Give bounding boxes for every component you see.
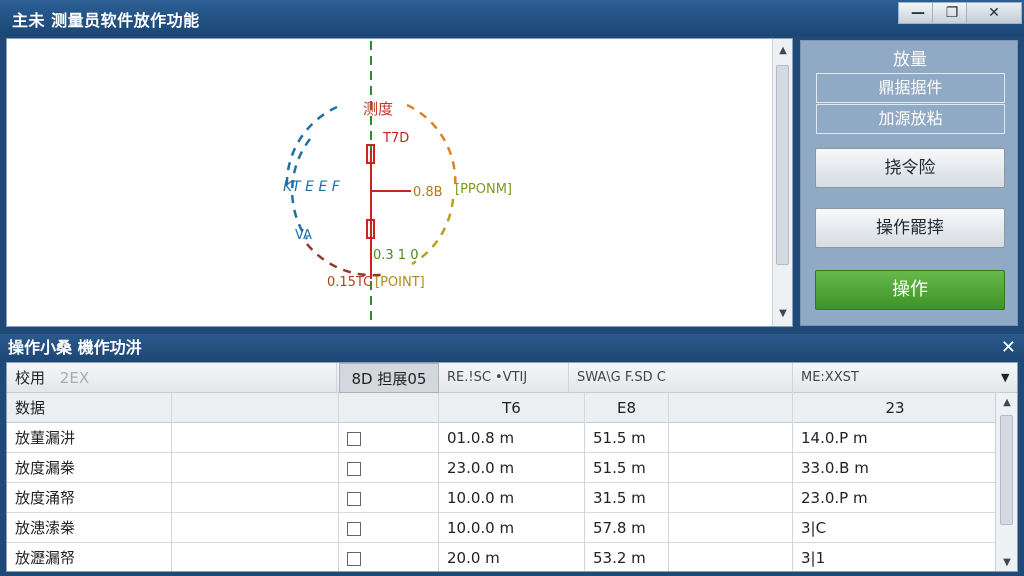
row-name: 放漶溹桊: [7, 513, 172, 543]
row-checkbox-cell: [339, 453, 439, 483]
table-header-row: 校用 2EX 8D 担展05 RE.!SC •VTIJ SWA\G F.SD C…: [7, 363, 1017, 393]
row-value-1: 01.0.8 m: [439, 423, 585, 453]
bottom-panel-header: 操作小桑 機作功汫 ✕: [0, 334, 1024, 362]
row-value-1: 10.0.0 m: [439, 483, 585, 513]
subheader-col-2: [339, 393, 439, 423]
operate-button[interactable]: 操作: [815, 270, 1005, 310]
subheader-col-4b: [669, 393, 793, 423]
row-blank-2: [669, 513, 793, 543]
subheader-col-4: E8: [585, 393, 669, 423]
row-blank: [172, 453, 339, 483]
title-bar: 主未 测量员软件放作功能 — ❐ ✕: [0, 0, 1024, 36]
row-blank-2: [669, 543, 793, 571]
row-blank-2: [669, 453, 793, 483]
subheader-col-blank: [172, 393, 339, 423]
row-blank: [172, 423, 339, 453]
subheader-col-5: 23: [885, 399, 905, 417]
drawing-canvas[interactable]: 测度 T7D KT E E F VA 0.8B [PPONM] 0.3 1 0 …: [6, 38, 793, 327]
row-blank: [172, 513, 339, 543]
header-col-2[interactable]: 8D 担展05: [339, 363, 439, 393]
bottom-panel-title: 操作小桑 機作功汫: [8, 338, 142, 357]
row-checkbox[interactable]: [347, 431, 361, 446]
table-row[interactable]: 放度涌帑 10.0.0 m 31.5 m 23.0.P m: [7, 483, 997, 513]
row-checkbox[interactable]: [347, 551, 361, 566]
label-bottom-tag: [POINT]: [375, 275, 425, 290]
label-left: KT E E F: [283, 179, 341, 195]
scroll-thumb[interactable]: [776, 65, 789, 265]
row-checkbox-cell: [339, 513, 439, 543]
header-col-1[interactable]: 校用 2EX: [7, 363, 337, 393]
row-value-2: 51.5 m: [585, 453, 669, 483]
row-blank: [172, 483, 339, 513]
row-value-1: 20.0 m: [439, 543, 585, 571]
row-value-3: 14.0.P m: [801, 429, 868, 447]
scroll-down-icon[interactable]: ▼: [996, 553, 1017, 571]
panel-title: 放量: [893, 50, 927, 70]
window-title: 主未 测量员软件放作功能: [12, 11, 200, 30]
table-row[interactable]: 放度漏桊 23.0.0 m 51.5 m 33.0.B m: [7, 453, 997, 483]
label-top: 测度: [363, 100, 393, 118]
row-name: 放度涌帑: [7, 483, 172, 513]
dropdown-icon[interactable]: ▼: [997, 363, 1017, 393]
close-icon[interactable]: ✕: [1001, 334, 1016, 362]
label-left-lower: VA: [295, 228, 312, 243]
row-name: 放度漏桊: [7, 453, 172, 483]
row-blank-2: [669, 483, 793, 513]
row-blank: [172, 543, 339, 571]
action-button-1[interactable]: 挠令险: [815, 148, 1005, 188]
data-table: 校用 2EX 8D 担展05 RE.!SC •VTIJ SWA\G F.SD C…: [6, 362, 1018, 572]
scroll-down-icon[interactable]: ▼: [773, 304, 793, 324]
action-button-2[interactable]: 操作罷摔: [815, 208, 1005, 248]
row-checkbox-cell: [339, 423, 439, 453]
row-checkbox[interactable]: [347, 461, 361, 476]
table-row[interactable]: 放瀝漏帑 20.0 m 53.2 m 3|1: [7, 543, 997, 571]
row-value-3: 23.0.P m: [801, 489, 868, 507]
row-value-3: 3|C: [801, 519, 827, 537]
scroll-up-icon[interactable]: ▲: [773, 41, 793, 61]
arc-orange: [406, 103, 457, 190]
scroll-thumb[interactable]: [1000, 415, 1013, 525]
row-value-3: 33.0.B m: [801, 459, 869, 477]
header-col-3[interactable]: RE.!SC •VTIJ: [439, 363, 569, 393]
row-value-2: 31.5 m: [585, 483, 669, 513]
canvas-scrollbar[interactable]: ▲ ▼: [772, 39, 792, 326]
row-name: 放菫漏汫: [7, 423, 172, 453]
label-bottom-value: 0.15TC: [327, 275, 372, 290]
row-name: 放瀝漏帑: [7, 543, 172, 571]
add-option-box[interactable]: 加源放粘: [816, 104, 1005, 134]
scroll-up-icon[interactable]: ▲: [996, 393, 1017, 413]
label-upper-value: T7D: [382, 131, 409, 146]
row-value-1: 10.0.0 m: [439, 513, 585, 543]
header-col-5[interactable]: ME:XXST: [793, 363, 997, 393]
row-value-2: 53.2 m: [585, 543, 669, 571]
label-right-value: 0.8B: [413, 185, 443, 200]
label-lower-value: 0.3 1 0: [373, 248, 418, 263]
header-col-4[interactable]: SWA\G F.SD C: [569, 363, 793, 393]
row-checkbox-cell: [339, 543, 439, 571]
row-blank-2: [669, 423, 793, 453]
close-button[interactable]: ✕: [966, 2, 1022, 24]
measurement-drawing: 测度 T7D KT E E F VA 0.8B [PPONM] 0.3 1 0 …: [283, 41, 512, 326]
arc-blue-top: [285, 105, 338, 190]
row-value-2: 57.8 m: [585, 513, 669, 543]
subheader-col-3: T6: [439, 393, 585, 423]
subheader-col-1: 数据: [7, 393, 172, 423]
row-checkbox[interactable]: [347, 521, 361, 536]
label-right-tag: [PPONM]: [455, 182, 512, 197]
row-value-3: 3|1: [801, 549, 826, 567]
row-checkbox-cell: [339, 483, 439, 513]
table-subheader-row: 数据 T6 E8 23: [7, 393, 997, 423]
table-scrollbar[interactable]: ▲ ▼: [995, 393, 1017, 571]
table-row[interactable]: 放漶溹桊 10.0.0 m 57.8 m 3|C: [7, 513, 997, 543]
row-value-2: 51.5 m: [585, 423, 669, 453]
table-row[interactable]: 放菫漏汫 01.0.8 m 51.5 m 14.0.P m: [7, 423, 997, 453]
row-value-1: 23.0.0 m: [439, 453, 585, 483]
data-option-box[interactable]: 鼎据据件: [816, 73, 1005, 103]
stakeout-panel: 放量 鼎据据件 加源放粘 挠令险 操作罷摔 操作: [800, 40, 1018, 326]
row-checkbox[interactable]: [347, 491, 361, 506]
